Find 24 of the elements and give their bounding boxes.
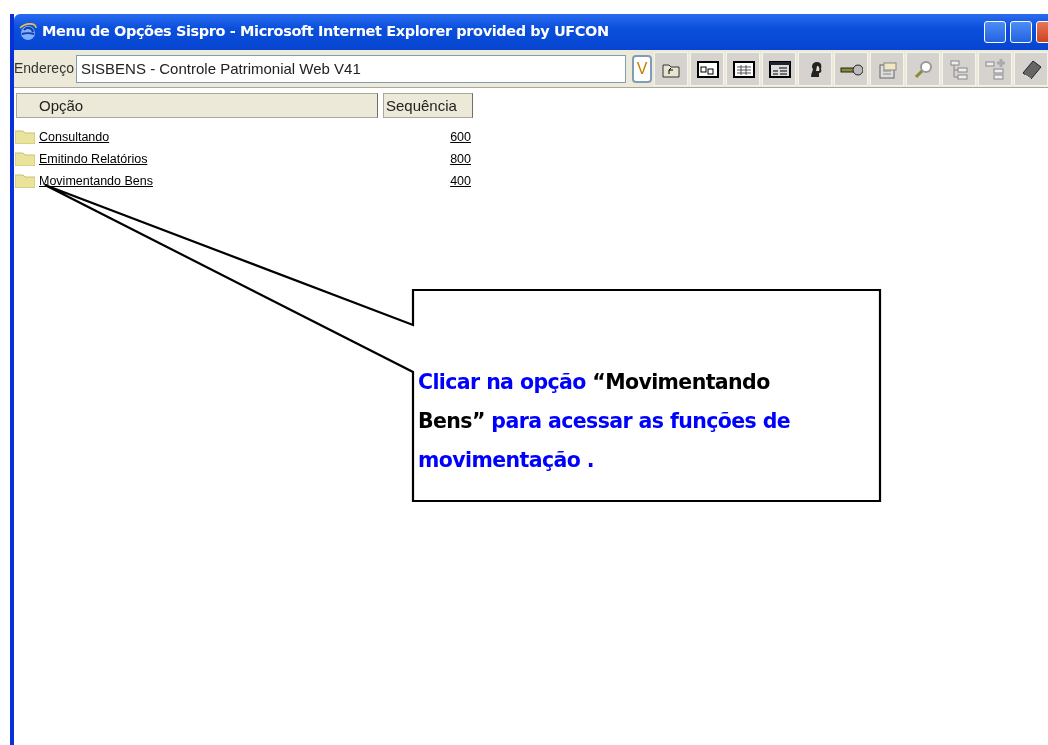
option-link[interactable]: Consultando bbox=[39, 127, 110, 147]
address-field[interactable]: SISBENS - Controle Patrimonial Web V41 bbox=[75, 54, 626, 83]
column-header[interactable]: Opção bbox=[16, 93, 378, 118]
column-header[interactable]: Sequência bbox=[383, 93, 473, 118]
folder-icon bbox=[15, 130, 35, 144]
toolbar-button[interactable] bbox=[762, 51, 796, 86]
tree-add-icon bbox=[983, 56, 1007, 81]
folder-icon bbox=[15, 174, 35, 188]
sequence-link[interactable]: 400 bbox=[450, 171, 471, 191]
sequence-link[interactable]: 800 bbox=[450, 149, 471, 169]
folder-icon bbox=[15, 152, 35, 166]
maximize-button[interactable] bbox=[1010, 21, 1032, 43]
toolbar-button[interactable] bbox=[834, 51, 868, 86]
toolbar-button[interactable] bbox=[1014, 51, 1048, 86]
toolbar-button[interactable] bbox=[690, 51, 724, 86]
callout-text: Clicar na opção “Movimentando Bens” para acessar as funções de movimentação . bbox=[418, 369, 792, 474]
sequence-link[interactable]: 600 bbox=[450, 127, 471, 147]
minimize-button[interactable] bbox=[984, 21, 1006, 43]
window-title: Menu de Opções Sispro - Microsoft Internet Explorer provided by UFCON bbox=[42, 22, 609, 42]
option-link[interactable]: Emitindo Relatórios bbox=[39, 149, 148, 169]
option-link[interactable]: Movimentando Bens bbox=[39, 171, 153, 191]
toolbar-button[interactable] bbox=[798, 51, 832, 86]
toolbar-button[interactable] bbox=[726, 51, 760, 86]
address-label: Endereço bbox=[14, 59, 74, 78]
